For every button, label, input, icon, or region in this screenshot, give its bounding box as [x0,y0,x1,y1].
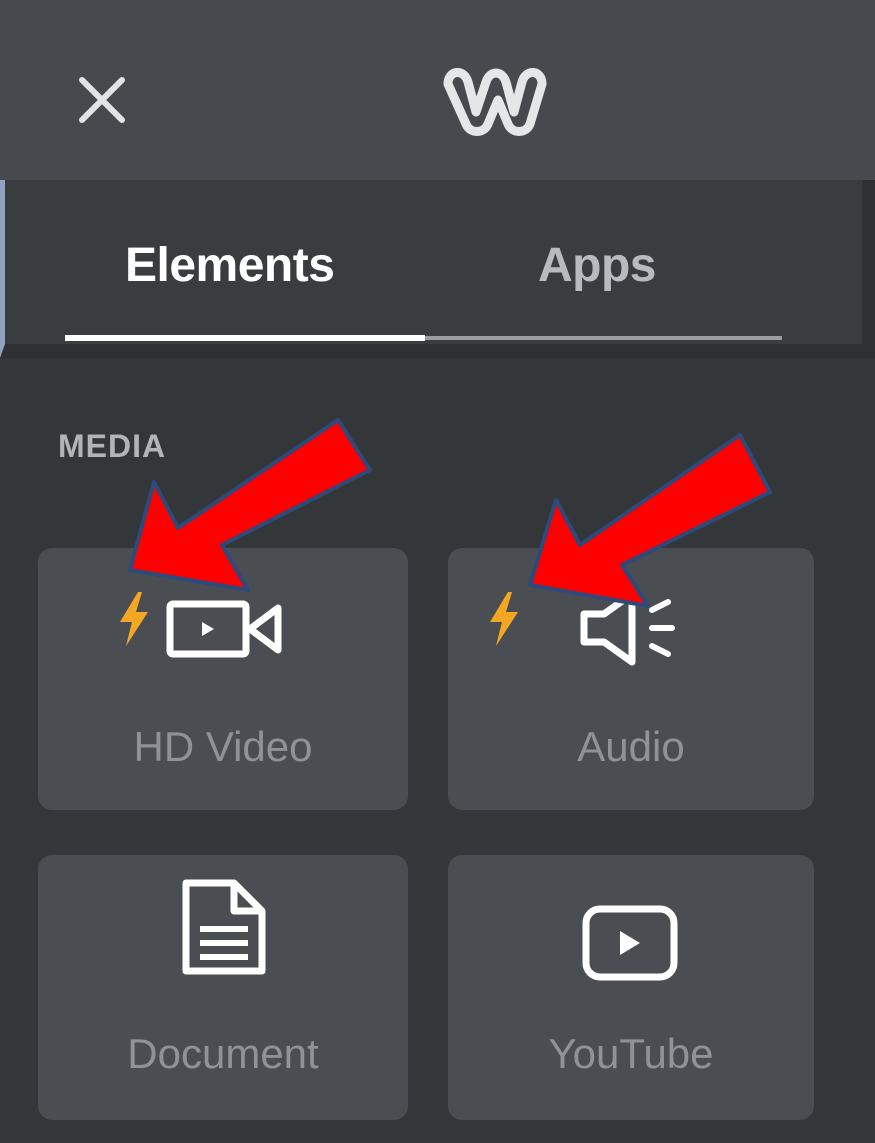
section-title-media: MEDIA [58,428,167,464]
tabs-panel: Elements Apps [0,180,875,358]
speaker-icon [580,590,675,666]
video-camera-icon [166,600,282,658]
top-bar [0,0,875,180]
element-card-youtube[interactable]: YouTube [448,855,814,1120]
element-label-hd-video: HD Video [133,723,313,770]
element-label-audio: Audio [577,723,685,770]
weebly-logo[interactable] [440,60,550,140]
youtube-play-icon [582,905,678,981]
element-card-document[interactable]: Document [38,855,408,1120]
element-card-audio[interactable]: Audio [448,548,814,810]
element-card-hd-video[interactable]: HD Video [38,548,408,810]
tab-elements[interactable]: Elements [125,238,335,298]
document-icon [182,879,266,975]
element-label-youtube: YouTube [548,1030,714,1077]
element-label-document: Document [127,1030,319,1077]
tab-active-indicator [65,335,425,341]
lightning-bolt-icon [490,592,518,646]
tab-apps[interactable]: Apps [538,238,657,298]
lightning-bolt-icon [120,592,148,646]
weebly-logo-icon [443,68,547,136]
close-icon [79,77,125,123]
close-button[interactable] [72,70,132,130]
